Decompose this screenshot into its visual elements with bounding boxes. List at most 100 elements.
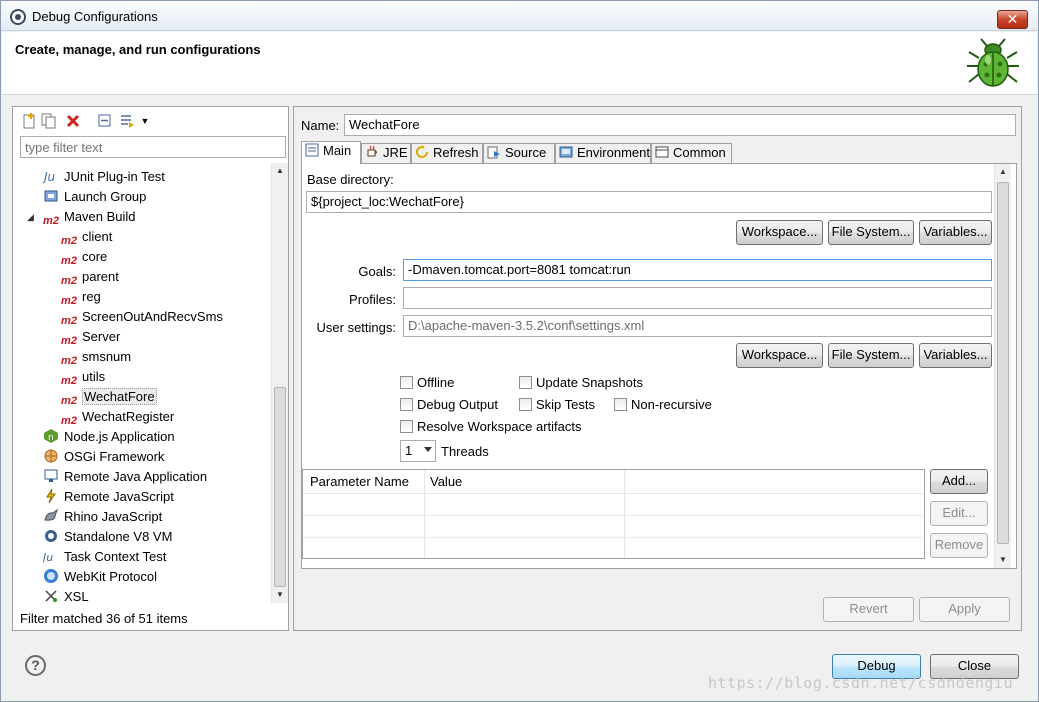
tab-refresh[interactable]: Refresh [411, 143, 483, 163]
launch-group-icon [43, 188, 59, 204]
variables-button-settings[interactable]: Variables... [919, 343, 992, 368]
revert-button[interactable]: Revert [823, 597, 914, 622]
tree-item-webkit-protocol[interactable]: WebKit Protocol [43, 567, 157, 587]
table-row[interactable] [303, 538, 924, 560]
collapse-all-icon[interactable] [97, 113, 113, 129]
chevron-down-icon [424, 447, 432, 452]
expand-arrow-icon[interactable]: ◢ [27, 207, 34, 227]
tree-item-label: parent [82, 269, 119, 284]
tree-item-label: OSGi Framework [64, 449, 165, 464]
tree-item-reg[interactable]: m2 reg [61, 287, 101, 307]
update-snapshots-checkbox[interactable]: Update Snapshots [519, 375, 643, 391]
remove-button[interactable]: Remove [930, 533, 988, 558]
skip-tests-checkbox-box[interactable] [519, 398, 532, 411]
variables-button-basedir[interactable]: Variables... [919, 220, 992, 245]
offline-label: Offline [417, 375, 455, 390]
debug-output-checkbox[interactable]: Debug Output [400, 397, 498, 413]
base-directory-field[interactable]: ${project_loc:WechatFore} [306, 191, 992, 213]
goals-label: Goals: [358, 264, 396, 279]
file-system-button-settings[interactable]: File System... [828, 343, 914, 368]
tree-scrollbar[interactable]: ▲ ▼ [271, 163, 288, 603]
debug-output-checkbox-box[interactable] [400, 398, 413, 411]
tree-item-label: utils [82, 369, 106, 384]
main-tab-content: Base directory: ${project_loc:WechatFore… [301, 163, 1017, 569]
tree-item-wechatregister[interactable]: m2 WechatRegister [61, 407, 174, 427]
user-settings-field[interactable]: D:\apache-maven-3.5.2\conf\settings.xml [403, 315, 992, 337]
v8-icon [43, 528, 59, 544]
edit-button[interactable]: Edit... [930, 501, 988, 526]
tree-item-core[interactable]: m2 core [61, 247, 107, 267]
tree-item-screenoutandrecvsms[interactable]: m2 ScreenOutAndRecvSms [61, 307, 223, 327]
skip-tests-label: Skip Tests [536, 397, 596, 412]
junit-plugin-icon: Ju [42, 168, 59, 184]
column-parameter-name[interactable]: Parameter Name [310, 474, 409, 489]
goals-field[interactable]: -Dmaven.tomcat.port=8081 tomcat:run [403, 259, 992, 281]
tree-item-junit-plug-in-test[interactable]: Ju JUnit Plug-in Test [42, 167, 165, 187]
tree-item-client[interactable]: m2 client [61, 227, 112, 247]
tree-item-utils[interactable]: m2 utils [61, 367, 105, 387]
table-row[interactable] [303, 516, 924, 538]
maven-m2-icon: m2 [43, 215, 59, 227]
scroll-thumb[interactable] [274, 387, 286, 587]
resolve-workspace-checkbox-box[interactable] [400, 420, 413, 433]
tab-jre[interactable]: JRE [361, 143, 411, 163]
non-recursive-checkbox[interactable]: Non-recursive [614, 397, 712, 413]
apply-button[interactable]: Apply [919, 597, 1010, 622]
main-tab-icon [305, 143, 319, 157]
scroll-down-arrow[interactable]: ▼ [995, 552, 1011, 568]
scroll-thumb[interactable] [997, 182, 1009, 544]
tree-item-node-js-application[interactable]: n Node.js Application [43, 427, 175, 447]
tab-main[interactable]: Main [301, 141, 361, 164]
scroll-up-arrow[interactable]: ▲ [272, 163, 288, 179]
resolve-workspace-checkbox[interactable]: Resolve Workspace artifacts [400, 419, 582, 435]
workspace-button-basedir[interactable]: Workspace... [736, 220, 823, 245]
column-value[interactable]: Value [430, 474, 462, 489]
tree-item-rhino-javascript[interactable]: Rhino JavaScript [43, 507, 162, 527]
new-configuration-icon[interactable] [21, 113, 37, 129]
tab-source[interactable]: Source [483, 143, 555, 163]
filter-input[interactable] [20, 136, 286, 158]
skip-tests-checkbox[interactable]: Skip Tests [519, 397, 595, 413]
tree-item-xsl[interactable]: XSL [43, 587, 89, 603]
tree-item-remote-javascript[interactable]: Remote JavaScript [43, 487, 174, 507]
tree-item-osgi-framework[interactable]: OSGi Framework [43, 447, 164, 467]
duplicate-icon[interactable] [41, 113, 57, 129]
add-button[interactable]: Add... [930, 469, 988, 494]
non-recursive-checkbox-box[interactable] [614, 398, 627, 411]
name-field[interactable]: WechatFore [344, 114, 1016, 136]
tree-item-label: WechatRegister [82, 409, 175, 424]
filter-icon[interactable] [119, 113, 135, 129]
tab-environment[interactable]: Environment [555, 143, 651, 163]
tab-common[interactable]: Common [651, 143, 732, 163]
configuration-tree: Ju JUnit Plug-in Test Launch Group ◢ m2 Maven… [13, 163, 271, 603]
tree-item-parent[interactable]: m2 parent [61, 267, 119, 287]
remote-javascript-icon [43, 488, 59, 504]
tab-scrollbar[interactable]: ▲ ▼ [994, 164, 1011, 568]
file-system-button-basedir[interactable]: File System... [828, 220, 914, 245]
offline-checkbox-box[interactable] [400, 376, 413, 389]
tree-item-maven-build[interactable]: ◢ m2 Maven Build [27, 207, 136, 227]
dropdown-icon[interactable]: ▼ [137, 113, 153, 129]
scroll-up-arrow[interactable]: ▲ [995, 164, 1011, 180]
debug-configurations-window: Debug Configurations ✕ Create, manage, a… [0, 0, 1039, 702]
profiles-field[interactable] [403, 287, 992, 309]
tree-item-smsnum[interactable]: m2 smsnum [61, 347, 131, 367]
table-row[interactable] [303, 494, 924, 516]
scroll-down-arrow[interactable]: ▼ [272, 587, 288, 603]
workspace-button-settings[interactable]: Workspace... [736, 343, 823, 368]
threads-select[interactable]: 1 [400, 440, 436, 462]
bug-icon [967, 38, 1019, 87]
offline-checkbox[interactable]: Offline [400, 375, 454, 391]
tree-item-wechatfore[interactable]: m2 WechatFore [61, 387, 157, 407]
tree-item-task-context-test[interactable]: Ju Task Context Test [41, 547, 166, 567]
common-icon [655, 146, 669, 158]
tree-item-launch-group[interactable]: Launch Group [43, 187, 146, 207]
tree-item-standalone-v8-vm[interactable]: Standalone V8 VM [43, 527, 172, 547]
tree-item-server[interactable]: m2 Server [61, 327, 120, 347]
update-snapshots-checkbox-box[interactable] [519, 376, 532, 389]
window-close-button[interactable]: ✕ [997, 10, 1028, 29]
delete-icon[interactable] [65, 113, 81, 129]
tree-item-remote-java-application[interactable]: Remote Java Application [43, 467, 207, 487]
tree-item-label: WechatFore [82, 388, 157, 405]
help-icon[interactable]: ? [25, 655, 46, 676]
